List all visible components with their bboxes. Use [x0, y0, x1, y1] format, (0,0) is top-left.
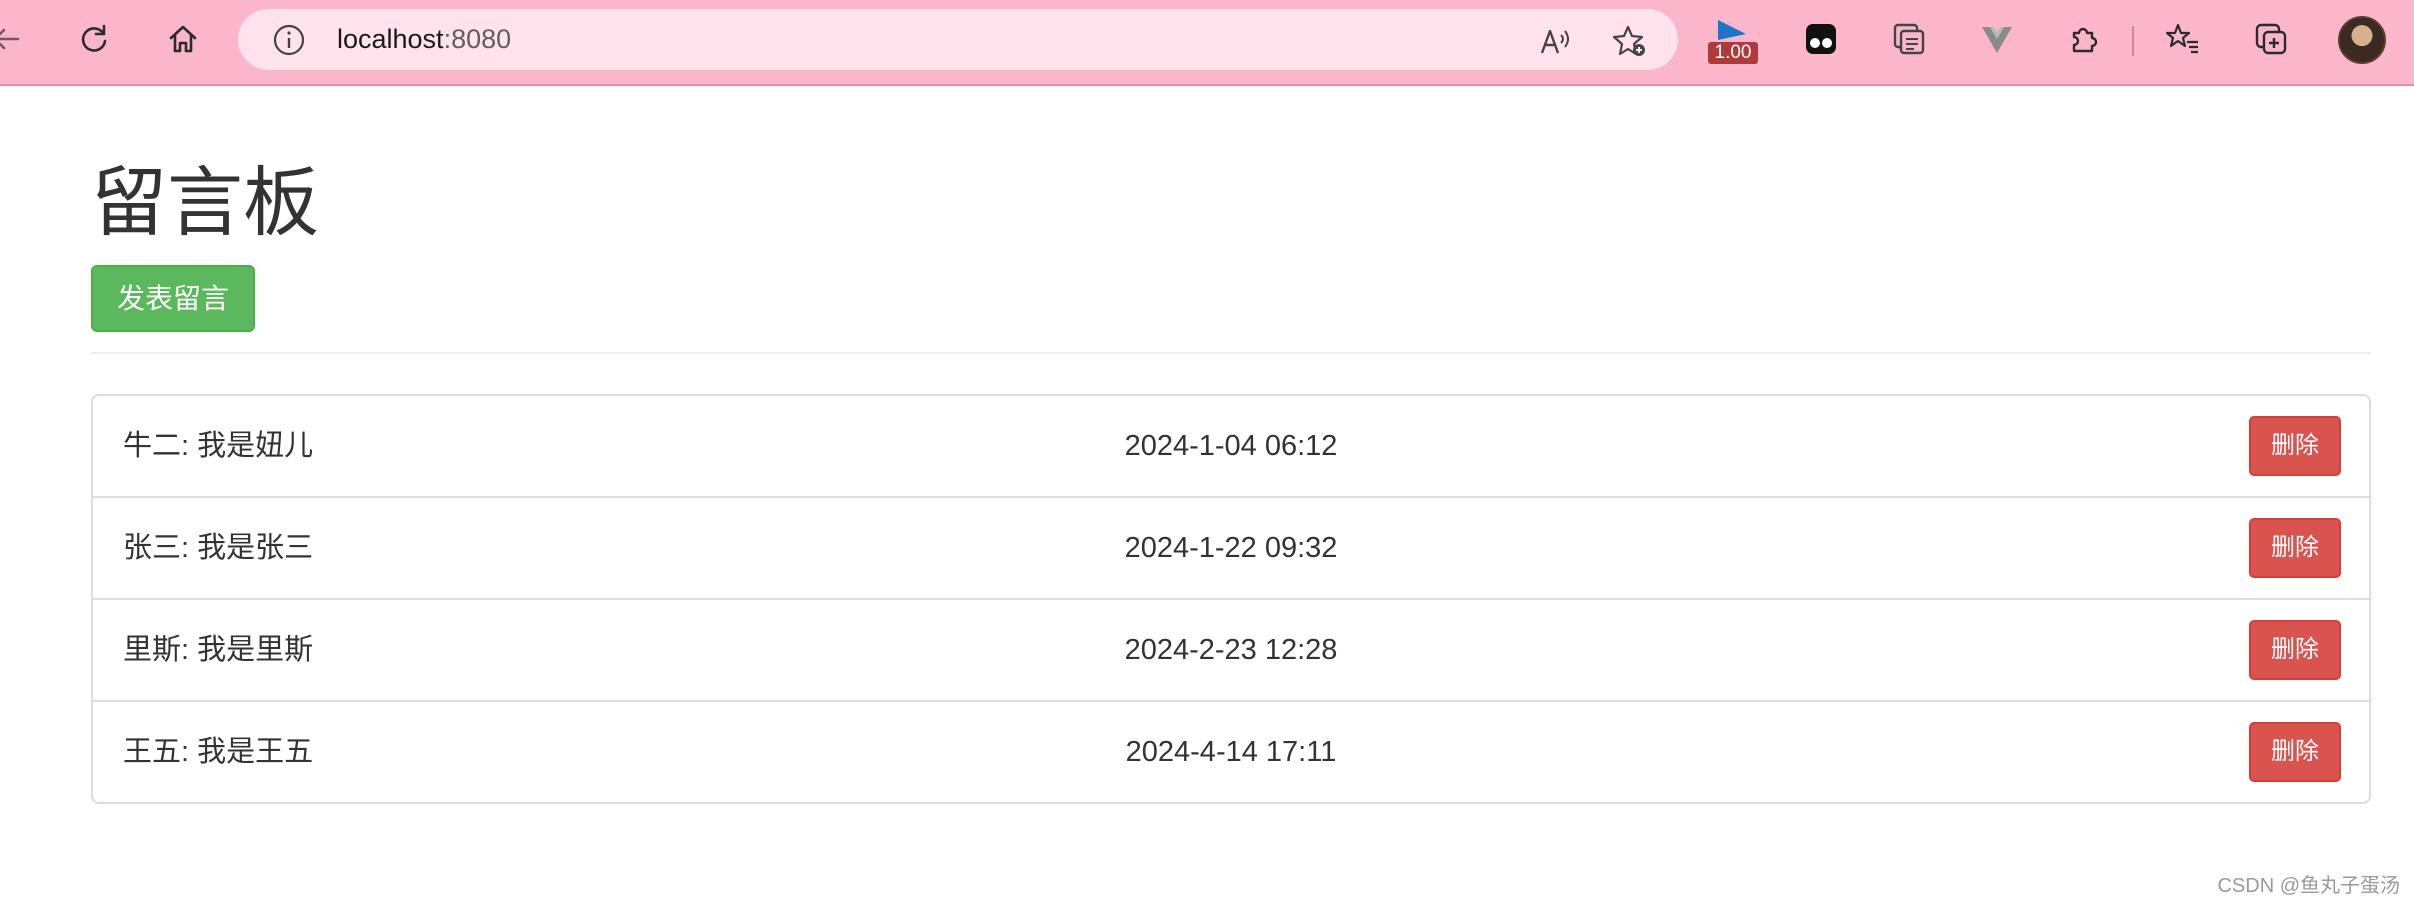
home-icon[interactable]: [163, 19, 203, 59]
list-item: 牛二: 我是妞儿 2024-1-04 06:12 删除: [93, 396, 2369, 498]
read-aloud-icon[interactable]: [1537, 23, 1573, 59]
watermark: CSDN @鱼丸子蛋汤: [2217, 875, 2400, 897]
info-icon[interactable]: [272, 23, 306, 57]
url-host: localhost: [337, 24, 444, 54]
refresh-icon[interactable]: [74, 19, 114, 59]
list-item: 王五: 我是王五 2024-4-14 17:11 删除: [93, 702, 2369, 802]
delete-button[interactable]: 删除: [2249, 620, 2341, 680]
message-text: 王五: 我是王五: [123, 736, 314, 768]
tampermonkey-icon[interactable]: [1801, 19, 1841, 59]
browser-toolbar: localhost:8080 1.00: [0, 0, 2414, 86]
page-title: 留言板: [91, 161, 319, 246]
message-text: 牛二: 我是妞儿: [123, 430, 314, 462]
toolbar-divider: [2132, 26, 2134, 56]
divider: [91, 352, 2371, 354]
message-time: 2024-1-04 06:12: [1124, 430, 1338, 462]
url-text[interactable]: localhost:8080: [337, 9, 511, 70]
message-text: 里斯: 我是里斯: [123, 634, 314, 666]
list-item: 张三: 我是张三 2024-1-22 09:32 删除: [93, 498, 2369, 600]
list-item: 里斯: 我是里斯 2024-2-23 12:28 删除: [93, 600, 2369, 702]
delete-button[interactable]: 删除: [2249, 722, 2341, 782]
add-favorite-icon[interactable]: [1612, 23, 1648, 59]
post-message-button[interactable]: 发表留言: [91, 265, 255, 332]
message-time: 2024-2-23 12:28: [1124, 634, 1338, 666]
favorites-icon[interactable]: [2163, 19, 2203, 59]
address-bar[interactable]: localhost:8080: [238, 9, 1678, 70]
delete-button[interactable]: 删除: [2249, 518, 2341, 578]
speed-extension-icon[interactable]: 1.00: [1708, 20, 1758, 66]
url-port: :8080: [443, 24, 512, 54]
message-text: 张三: 我是张三: [123, 532, 314, 564]
message-time: 2024-1-22 09:32: [1124, 532, 1338, 564]
vue-devtools-icon[interactable]: [1977, 19, 2017, 59]
browser-essentials-icon[interactable]: [2251, 19, 2291, 59]
message-list: 牛二: 我是妞儿 2024-1-04 06:12 删除 张三: 我是张三 202…: [91, 394, 2371, 804]
message-time: 2024-4-14 17:11: [1125, 736, 1337, 768]
extensions-icon[interactable]: [2064, 19, 2104, 59]
speed-badge-value: 1.00: [1708, 42, 1758, 64]
profile-avatar[interactable]: [2338, 16, 2386, 64]
delete-button[interactable]: 删除: [2249, 416, 2341, 476]
collections-icon[interactable]: [1889, 19, 1929, 59]
back-icon[interactable]: [0, 19, 26, 59]
